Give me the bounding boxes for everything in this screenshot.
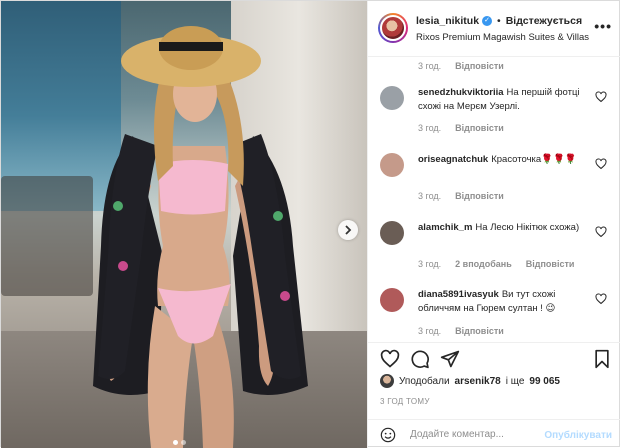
post-sidebar: lesia_nikituk ✓ • Відстежується Rixos Pr… xyxy=(367,1,620,448)
separator-dot: • xyxy=(497,15,501,27)
carousel-dot xyxy=(173,440,178,445)
add-comment-bar: Опублікувати xyxy=(368,419,620,448)
more-options-icon[interactable]: ••• xyxy=(594,18,612,34)
commenter-username[interactable]: alamchik_m xyxy=(418,222,472,233)
commenter-avatar[interactable] xyxy=(380,86,404,110)
like-comment-heart-icon[interactable] xyxy=(595,91,607,103)
reply-button[interactable]: Відповісти xyxy=(455,61,504,71)
add-comment-input[interactable] xyxy=(410,426,550,443)
author-username[interactable]: lesia_nikituk xyxy=(416,15,479,27)
woman-figure xyxy=(93,26,308,448)
reply-button[interactable]: Відповісти xyxy=(455,191,504,201)
comment-body: diana5891ivasyuk Ви тут схожі обличчям на… xyxy=(418,288,588,316)
likes-count[interactable]: 99 065 xyxy=(529,376,560,387)
comment-body: alamchik_m На Лесю Нікітюк схожа) xyxy=(418,221,588,235)
commenter-username[interactable]: oriseagnatchuk xyxy=(418,154,488,165)
instagram-post: lesia_nikituk ✓ • Відстежується Rixos Pr… xyxy=(0,0,620,448)
comment-time: 3 год. xyxy=(418,191,442,201)
author-avatar[interactable] xyxy=(378,13,408,43)
like-comment-heart-icon[interactable] xyxy=(595,158,607,170)
post-actions xyxy=(368,342,620,372)
comment-time: 3 год. xyxy=(418,326,442,336)
publish-button[interactable]: Опублікувати xyxy=(544,430,612,441)
post-timestamp[interactable]: 3 ГОД ТОМУ xyxy=(380,397,430,406)
likes-suffix: і ще xyxy=(505,375,525,387)
comment-time: 3 год. xyxy=(418,61,442,71)
reply-button[interactable]: Відповісти xyxy=(455,326,504,336)
comment-meta: 3 год. 2 вподобань Відповісти xyxy=(418,259,574,269)
commenter-avatar[interactable] xyxy=(380,221,404,245)
post-header: lesia_nikituk ✓ • Відстежується Rixos Pr… xyxy=(368,1,620,57)
comment-bubble-icon[interactable] xyxy=(410,349,430,369)
chevron-right-icon xyxy=(345,225,352,235)
like-heart-icon[interactable] xyxy=(380,349,400,369)
commenter-avatar[interactable] xyxy=(380,288,404,312)
liker-username[interactable]: arsenik78 xyxy=(455,376,501,387)
comment-meta: 3 год. Відповісти xyxy=(418,191,504,201)
comments-list: 3 год. Відповісти senedzhukviktoriia На п… xyxy=(368,57,620,342)
comment-likes-count[interactable]: 2 вподобань xyxy=(455,259,512,269)
comment-text: На Лесю Нікітюк схожа) xyxy=(475,222,580,233)
comment-meta: 3 год. Відповісти xyxy=(418,61,504,71)
like-comment-heart-icon[interactable] xyxy=(595,293,607,305)
comment-meta: 3 год. Відповісти xyxy=(418,326,504,336)
post-photo[interactable] xyxy=(1,1,367,448)
emoji-icon[interactable] xyxy=(380,427,396,443)
reply-button[interactable]: Відповісти xyxy=(526,259,575,269)
carousel-dot xyxy=(181,440,186,445)
save-bookmark-icon[interactable] xyxy=(592,349,612,369)
commenter-avatar[interactable] xyxy=(380,153,404,177)
next-image-button[interactable] xyxy=(338,220,358,240)
share-send-icon[interactable] xyxy=(440,349,460,369)
post-location[interactable]: Rixos Premium Magawish Suites & Villas xyxy=(416,32,589,43)
commenter-username[interactable]: senedzhukviktoriia xyxy=(418,87,504,98)
comment-text: Красоточка🌹🌹🌹 xyxy=(491,154,577,165)
author-line: lesia_nikituk ✓ • Відстежується xyxy=(416,15,582,27)
likes-summary: Уподобали arsenik78 і ще 99 065 xyxy=(380,374,560,388)
comment-body: senedzhukviktoriia На першій фотці схожі … xyxy=(418,86,588,114)
comment-meta: 3 год. Відповісти xyxy=(418,123,504,133)
like-comment-heart-icon[interactable] xyxy=(595,226,607,238)
verified-badge-icon: ✓ xyxy=(482,16,493,26)
comment-body: oriseagnatchuk Красоточка🌹🌹🌹 xyxy=(418,153,588,167)
liker-avatar[interactable] xyxy=(380,374,394,388)
comment-time: 3 год. xyxy=(418,259,442,269)
follow-button[interactable]: Відстежується xyxy=(506,15,582,27)
reply-button[interactable]: Відповісти xyxy=(455,123,504,133)
commenter-username[interactable]: diana5891ivasyuk xyxy=(418,289,499,300)
likes-prefix: Уподобали xyxy=(399,375,450,387)
carousel-indicator xyxy=(173,440,186,445)
comment-time: 3 год. xyxy=(418,123,442,133)
